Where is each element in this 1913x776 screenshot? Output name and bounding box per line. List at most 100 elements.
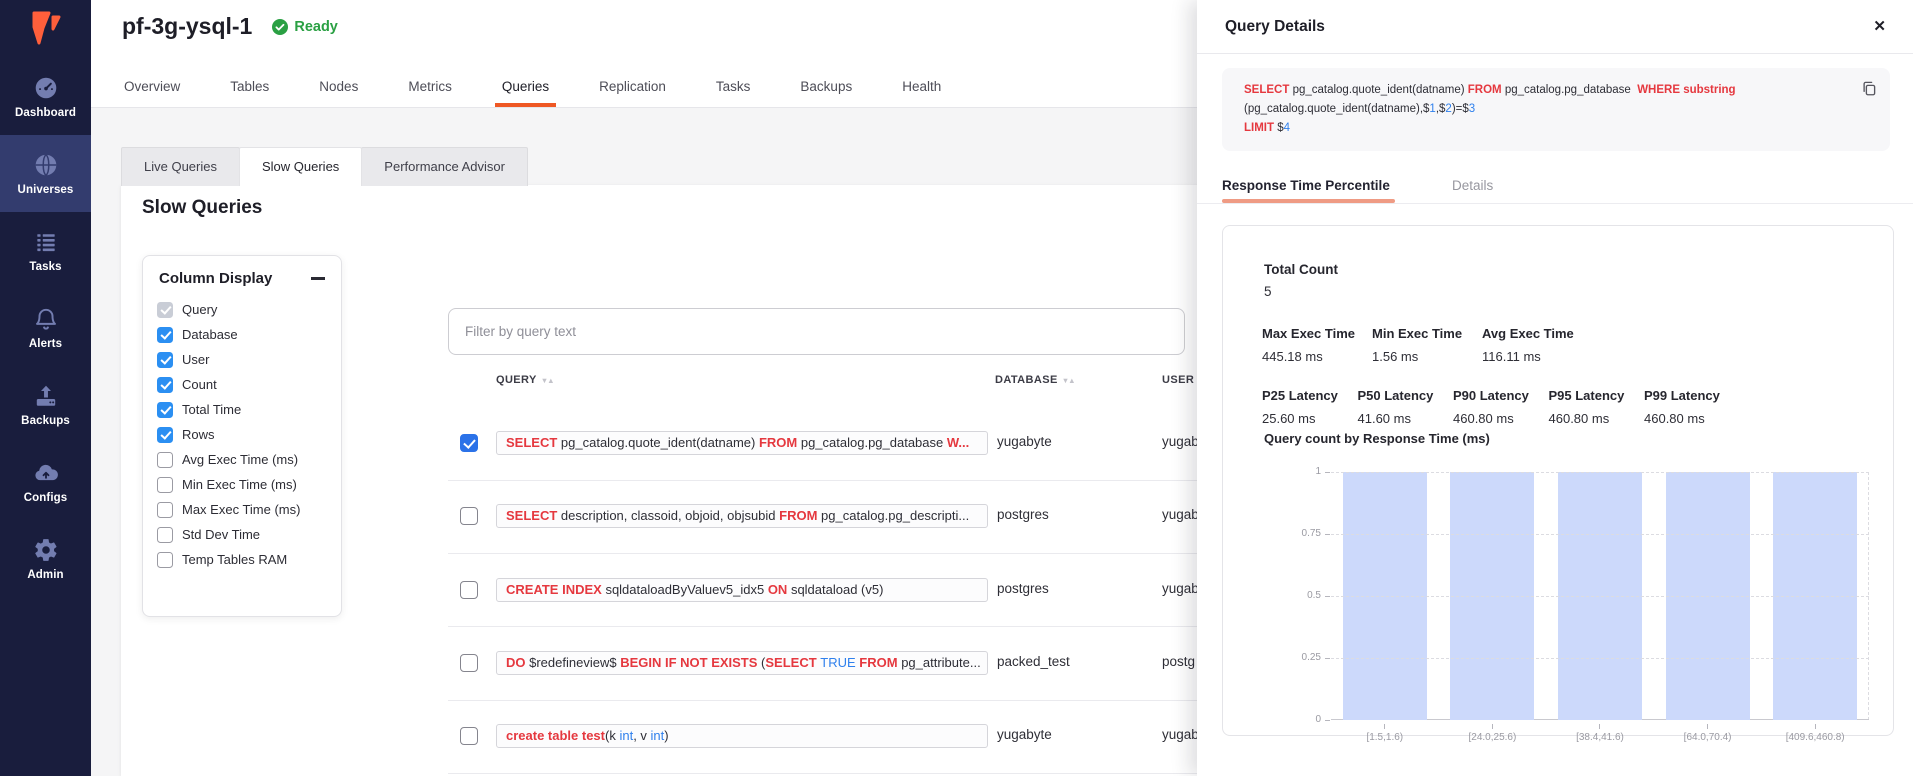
copy-icon[interactable] bbox=[1860, 79, 1878, 97]
tab-health[interactable]: Health bbox=[900, 71, 943, 107]
y-axis-tick: 0.5 bbox=[1263, 590, 1321, 601]
response-time-chart bbox=[1331, 472, 1869, 720]
subtab-live-queries[interactable]: Live Queries bbox=[121, 147, 240, 186]
query-text-cell[interactable]: CREATE INDEX sqldataloadByValuev5_idx5 O… bbox=[496, 578, 988, 602]
tab-tables[interactable]: Tables bbox=[228, 71, 271, 107]
exec-time-stats: Max Exec Time445.18 msMin Exec Time1.56 … bbox=[1262, 326, 1592, 366]
tab-queries[interactable]: Queries bbox=[500, 71, 551, 107]
query-filter-input[interactable] bbox=[448, 308, 1185, 355]
total-count-value: 5 bbox=[1264, 284, 1272, 299]
collapse-minus-icon[interactable] bbox=[311, 277, 325, 280]
user-cell: yugab bbox=[1162, 581, 1199, 596]
column-toggle-database[interactable]: Database bbox=[157, 322, 327, 347]
sidebar-item-label: Alerts bbox=[29, 338, 62, 350]
stat-p90-latency: P90 Latency460.80 ms bbox=[1453, 388, 1549, 428]
database-cell: packed_test bbox=[997, 654, 1070, 669]
y-axis-tick: 0.25 bbox=[1263, 652, 1321, 663]
page-title: pf-3g-ysql-1 bbox=[122, 13, 252, 40]
column-display-title: Column Display bbox=[159, 270, 272, 287]
subtab-performance-advisor[interactable]: Performance Advisor bbox=[361, 147, 528, 186]
column-header-database[interactable]: DATABASE▼▲ bbox=[995, 374, 1075, 386]
row-checkbox[interactable] bbox=[460, 434, 478, 452]
query-text-cell[interactable]: create table test(k int, v int) bbox=[496, 724, 988, 748]
y-axis-tick: 1 bbox=[1263, 466, 1321, 477]
column-header-query[interactable]: QUERY▼▲ bbox=[496, 374, 554, 386]
row-checkbox[interactable] bbox=[460, 654, 478, 672]
column-toggle-user[interactable]: User bbox=[157, 347, 327, 372]
latency-stats: P25 Latency25.60 msP50 Latency41.60 msP9… bbox=[1262, 388, 1740, 428]
sidebar-item-dashboard[interactable]: Dashboard bbox=[0, 58, 91, 135]
yugabyte-logo[interactable] bbox=[0, 0, 91, 58]
checkbox[interactable] bbox=[157, 377, 173, 393]
column-toggle-total-time[interactable]: Total Time bbox=[157, 397, 327, 422]
sidebar-item-label: Universes bbox=[18, 184, 74, 196]
details-tabs: Response Time Percentile Details bbox=[1197, 170, 1913, 204]
checkbox[interactable] bbox=[157, 327, 173, 343]
sql-line: SELECT pg_catalog.quote_ident(datname) F… bbox=[1244, 81, 1844, 100]
check-circle-icon bbox=[272, 19, 288, 35]
sidebar-item-backups[interactable]: Backups bbox=[0, 366, 91, 443]
sort-carets-icon[interactable]: ▼▲ bbox=[541, 376, 554, 385]
sidebar-nav: Dashboard Universes Tasks Alerts Backups Conf… bbox=[0, 58, 91, 597]
stat-p99-latency: P99 Latency460.80 ms bbox=[1644, 388, 1740, 428]
checkbox[interactable] bbox=[157, 477, 173, 493]
checkbox[interactable] bbox=[157, 352, 173, 368]
tab-replication[interactable]: Replication bbox=[597, 71, 668, 107]
stat-p25-latency: P25 Latency25.60 ms bbox=[1262, 388, 1358, 428]
panel-title: Query Details bbox=[1225, 18, 1325, 36]
row-checkbox[interactable] bbox=[460, 507, 478, 525]
row-checkbox[interactable] bbox=[460, 581, 478, 599]
row-divider bbox=[448, 773, 1197, 774]
sidebar-item-tasks[interactable]: Tasks bbox=[0, 212, 91, 289]
backup-icon bbox=[33, 383, 59, 409]
checkbox[interactable] bbox=[157, 552, 173, 568]
column-toggle-count[interactable]: Count bbox=[157, 372, 327, 397]
sidebar-item-configs[interactable]: Configs bbox=[0, 443, 91, 520]
sidebar-item-label: Dashboard bbox=[15, 107, 76, 119]
row-divider bbox=[448, 700, 1197, 701]
sidebar-item-universes[interactable]: Universes bbox=[0, 135, 91, 212]
row-checkbox[interactable] bbox=[460, 727, 478, 745]
checkbox[interactable] bbox=[157, 402, 173, 418]
dashboard-icon bbox=[33, 75, 59, 101]
status-label: Ready bbox=[294, 19, 338, 35]
cloud-upload-icon bbox=[33, 460, 59, 486]
x-axis-tick: [24.0,25.6) bbox=[1439, 724, 1547, 743]
tab-nodes[interactable]: Nodes bbox=[317, 71, 360, 107]
checkbox-label: Database bbox=[182, 327, 238, 342]
globe-icon bbox=[33, 152, 59, 178]
checkbox-label: Std Dev Time bbox=[182, 527, 260, 542]
sidebar-item-label: Backups bbox=[21, 415, 70, 427]
checkbox-label: Temp Tables RAM bbox=[182, 552, 287, 567]
total-count-label: Total Count bbox=[1264, 262, 1338, 277]
y-axis-tick: 0 bbox=[1263, 714, 1321, 725]
database-cell: yugabyte bbox=[997, 727, 1052, 742]
sql-line: LIMIT $4 bbox=[1244, 119, 1844, 138]
details-tab-response-time-percentile[interactable]: Response Time Percentile bbox=[1222, 170, 1395, 203]
x-axis-tick: [409.6,460.8) bbox=[1761, 724, 1869, 743]
sort-carets-icon[interactable]: ▼▲ bbox=[1062, 376, 1075, 385]
tab-metrics[interactable]: Metrics bbox=[406, 71, 454, 107]
checkbox-label: Min Exec Time (ms) bbox=[182, 477, 297, 492]
details-tab-details[interactable]: Details bbox=[1452, 170, 1493, 203]
tab-overview[interactable]: Overview bbox=[122, 71, 182, 107]
query-text-cell[interactable]: SELECT pg_catalog.quote_ident(datname) F… bbox=[496, 431, 988, 455]
checkbox-label: Total Time bbox=[182, 402, 241, 417]
sidebar-item-admin[interactable]: Admin bbox=[0, 520, 91, 597]
tab-tasks[interactable]: Tasks bbox=[714, 71, 753, 107]
column-toggle-temp-tables-ram[interactable]: Temp Tables RAM bbox=[157, 547, 327, 572]
x-axis-tick: [38.4,41.6) bbox=[1546, 724, 1654, 743]
sql-statement-box: SELECT pg_catalog.quote_ident(datname) F… bbox=[1222, 68, 1890, 151]
query-text-cell[interactable]: DO $redefineview$ BEGIN IF NOT EXISTS (S… bbox=[496, 651, 988, 675]
sql-line: (pg_catalog.quote_ident(datname),$1,$2)=… bbox=[1244, 100, 1844, 119]
tab-backups[interactable]: Backups bbox=[798, 71, 854, 107]
user-cell: yugab bbox=[1162, 434, 1199, 449]
sidebar-item-alerts[interactable]: Alerts bbox=[0, 289, 91, 366]
close-icon[interactable]: ✕ bbox=[1873, 19, 1886, 34]
checkbox-label: Count bbox=[182, 377, 217, 392]
subtab-slow-queries[interactable]: Slow Queries bbox=[239, 147, 362, 186]
column-header-user[interactable]: USER bbox=[1162, 374, 1194, 386]
query-text-cell[interactable]: SELECT description, classoid, objoid, ob… bbox=[496, 504, 988, 528]
task-list-icon bbox=[33, 229, 59, 255]
column-toggle-min-exec-time-ms-[interactable]: Min Exec Time (ms) bbox=[157, 472, 327, 497]
